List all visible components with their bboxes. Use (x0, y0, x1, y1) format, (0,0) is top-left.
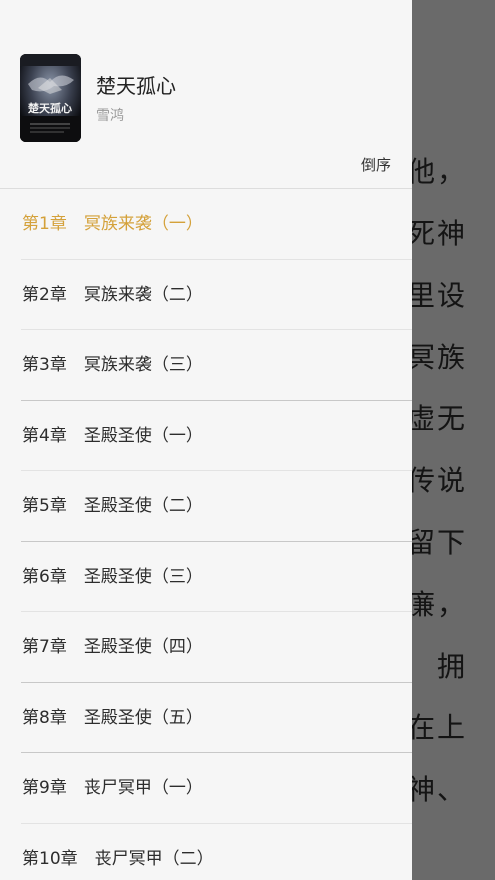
chapter-item[interactable]: 第6章 圣殿圣使（三） (0, 542, 412, 612)
chapter-item[interactable]: 第9章 丧尸冥甲（一） (0, 753, 412, 824)
chapter-item[interactable]: 第5章 圣殿圣使（二） (0, 471, 412, 542)
chapter-item[interactable]: 第8章 圣殿圣使（五） (0, 683, 412, 753)
reader-text-line: 里设 (406, 279, 467, 312)
book-cover[interactable]: 楚天孤心 (20, 54, 81, 142)
book-title: 楚天孤心 (96, 74, 176, 98)
reader-text-line: 神、 (406, 773, 467, 806)
book-header: 楚天孤心 楚天孤心 雪鸿 倒序 (0, 0, 412, 188)
chapter-label: 第2章 冥族来袭（二） (22, 284, 203, 305)
chapter-item[interactable]: 第2章 冥族来袭（二） (0, 260, 412, 330)
reader-text-line: 冥族 (406, 341, 467, 374)
chapter-label: 第9章 丧尸冥甲（一） (22, 778, 203, 798)
chapter-list: 第1章 冥族来袭（一） 第2章 冥族来袭（二） 第3章 冥族来袭（三） 第4章 … (0, 189, 412, 880)
reverse-order-button[interactable]: 倒序 (361, 154, 391, 175)
chapter-item[interactable]: 第10章 丧尸冥甲（二） (0, 824, 412, 880)
chapter-label: 第4章 圣殿圣使（一） (22, 425, 203, 446)
chapter-item[interactable]: 第3章 冥族来袭（三） (0, 330, 412, 401)
chapter-label: 第10章 丧尸冥甲（二） (22, 848, 214, 869)
reader-text-line: 拥 (436, 650, 467, 683)
book-cover-image: 楚天孤心 (20, 54, 81, 142)
cover-title-text: 楚天孤心 (28, 101, 72, 115)
chapter-drawer: 楚天孤心 楚天孤心 雪鸿 倒序 第1章 冥族来袭（一） 第2章 冥族来袭（二） … (0, 0, 412, 880)
reader-text-line: 在上 (406, 711, 467, 744)
chapter-label: 第6章 圣殿圣使（三） (22, 566, 203, 587)
chapter-label: 第8章 圣殿圣使（五） (22, 707, 203, 728)
reader-text-line: 传说 (406, 464, 467, 497)
chapter-label: 第3章 冥族来袭（三） (22, 355, 203, 375)
chapter-label: 第5章 圣殿圣使（二） (22, 496, 203, 516)
chapter-item[interactable]: 第1章 冥族来袭（一） (0, 189, 412, 260)
chapter-label: 第1章 冥族来袭（一） (22, 214, 203, 234)
reader-text-line: 留下 (406, 526, 467, 559)
chapter-label: 第7章 圣殿圣使（四） (22, 637, 203, 657)
chapter-item[interactable]: 第4章 圣殿圣使（一） (0, 401, 412, 471)
book-author: 雪鸿 (96, 108, 124, 124)
chapter-item[interactable]: 第7章 圣殿圣使（四） (0, 612, 412, 683)
reader-text-line: 廉， (406, 588, 467, 621)
reader-text-line: 虚无 (406, 402, 467, 435)
reader-text-line: 他， (406, 155, 467, 188)
reader-text-line: 死神 (406, 217, 467, 250)
